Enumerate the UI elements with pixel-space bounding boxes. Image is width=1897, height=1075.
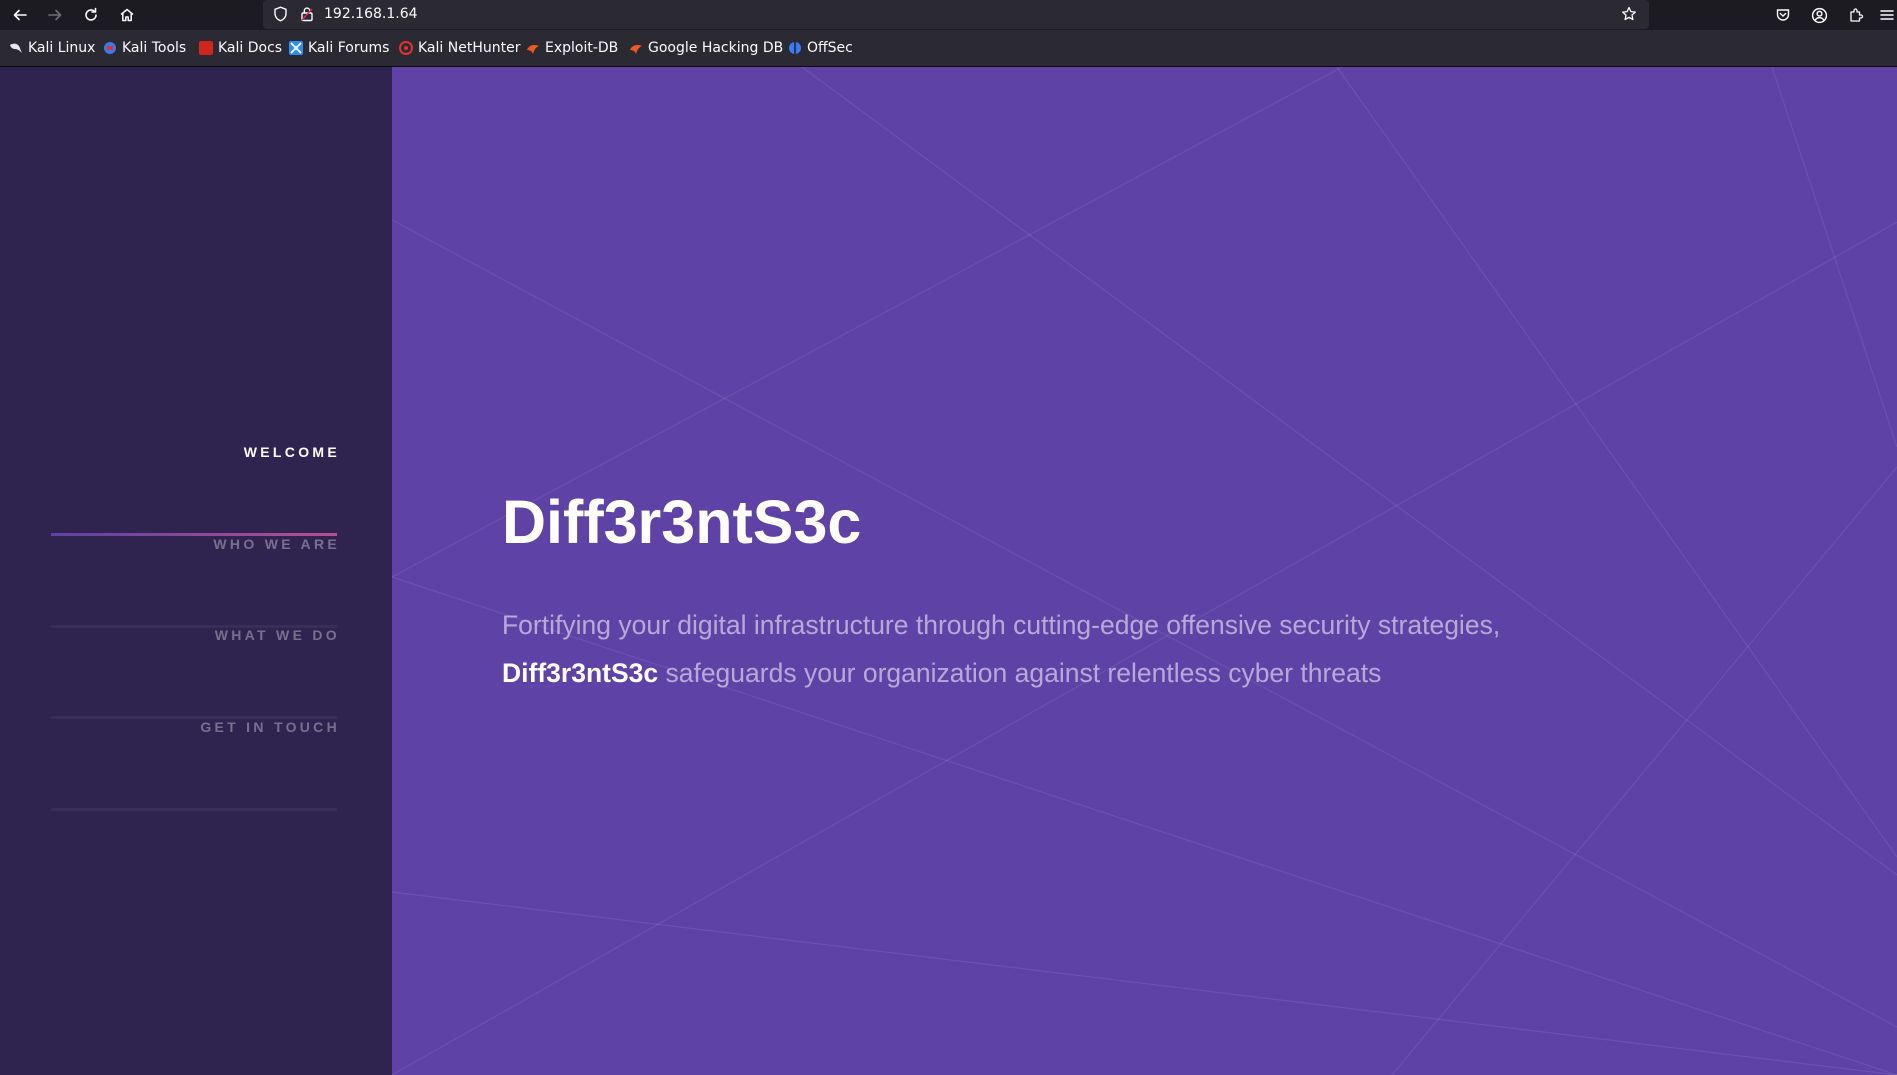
bookmark-kali-docs[interactable]: Kali Docs: [199, 39, 282, 57]
sidebar-item-who-we-are[interactable]: WHO WE ARE: [51, 536, 337, 628]
kali-docs-icon: [199, 41, 213, 55]
hero-text-line1: Fortifying your digital infrastructure t…: [502, 610, 1501, 640]
star-icon[interactable]: [1620, 5, 1638, 23]
bookmark-google-hacking-db[interactable]: Google Hacking DB: [629, 39, 783, 57]
kali-tools-icon: [103, 41, 117, 55]
forward-arrow-icon[interactable]: [43, 3, 67, 27]
nav-underline: [51, 808, 337, 811]
menu-icon[interactable]: [1879, 4, 1897, 26]
bookmark-kali-forums[interactable]: Kali Forums: [289, 39, 389, 57]
kali-dragon-icon: [9, 41, 23, 55]
browser-toolbar: 192.168.1.64: [0, 0, 1897, 30]
nav-label-who-we-are: WHO WE ARE: [213, 536, 340, 552]
nav-label-welcome: WELCOME: [243, 444, 340, 460]
sidebar-item-what-we-do[interactable]: WHAT WE DO: [51, 627, 337, 719]
hero-text-line2: safeguards your organization against rel…: [658, 658, 1382, 688]
bookmark-kali-tools[interactable]: Kali Tools: [103, 39, 186, 57]
bookmark-kali-linux[interactable]: Kali Linux: [9, 39, 95, 57]
home-icon[interactable]: [115, 3, 139, 27]
shield-icon[interactable]: [271, 5, 289, 23]
hero-section: Diff3r3ntS3c Fortifying your digital inf…: [392, 67, 1897, 1075]
url-bar[interactable]: 192.168.1.64: [263, 0, 1649, 29]
bookmark-offsec[interactable]: OffSec: [788, 39, 853, 57]
hero-title: Diff3r3ntS3c: [502, 488, 862, 556]
ghdb-icon: [629, 41, 643, 55]
url-text[interactable]: 192.168.1.64: [324, 6, 418, 22]
account-icon[interactable]: [1808, 4, 1830, 26]
offsec-icon: [788, 41, 802, 55]
nav-label-get-in-touch: GET IN TOUCH: [200, 719, 340, 735]
sidebar-item-get-in-touch[interactable]: GET IN TOUCH: [51, 719, 337, 811]
bookmarks-toolbar: Kali Linux Kali Tools Kali Docs Kali For…: [0, 30, 1897, 67]
sidebar-item-welcome[interactable]: WELCOME: [51, 444, 337, 536]
sidebar-nav: WELCOME WHO WE ARE WHAT WE DO GET IN TOU…: [0, 67, 392, 1075]
extensions-icon[interactable]: [1845, 4, 1867, 26]
background-line-pattern: [392, 67, 1897, 1075]
pocket-icon[interactable]: [1772, 4, 1794, 26]
hero-description: Fortifying your digital infrastructure t…: [502, 601, 1782, 697]
bookmark-exploit-db[interactable]: Exploit-DB: [526, 39, 618, 57]
hero-brand-name: Diff3r3ntS3c: [502, 658, 659, 688]
exploit-db-icon: [526, 41, 540, 55]
back-arrow-icon[interactable]: [8, 3, 32, 27]
nav-label-what-we-do: WHAT WE DO: [214, 627, 340, 643]
lock-icon[interactable]: [298, 5, 316, 23]
page-content: WELCOME WHO WE ARE WHAT WE DO GET IN TOU…: [0, 67, 1897, 1075]
kali-forums-icon: [289, 41, 303, 55]
nethunter-icon: [399, 41, 413, 55]
reload-icon[interactable]: [79, 3, 103, 27]
bookmark-kali-nethunter[interactable]: Kali NetHunter: [399, 39, 520, 57]
